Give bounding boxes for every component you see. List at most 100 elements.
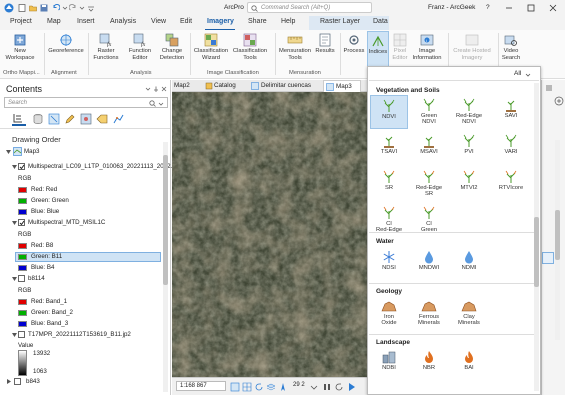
new-workspace-button[interactable]: New Workspace (1, 33, 39, 61)
right-pane-scrollbar-thumb[interactable] (555, 210, 560, 260)
tab-map[interactable]: Map (47, 18, 61, 25)
classification-tools-button[interactable]: Classification Tools (230, 33, 270, 61)
tab-edit[interactable]: Edit (180, 18, 192, 25)
tab-analysis[interactable]: Analysis (110, 18, 136, 25)
index-ndsi[interactable]: NDSI (370, 247, 408, 281)
fixed-zoom-icon[interactable] (230, 382, 240, 392)
change-detection-button[interactable]: Change Detection (157, 33, 187, 61)
tab-delimitar-cuencas[interactable]: Delimitar cuencas (261, 82, 311, 89)
index-bai[interactable]: BAI (450, 347, 488, 381)
list-by-editing-icon[interactable] (64, 113, 76, 125)
layer-visibility-checkbox[interactable] (18, 275, 25, 282)
index-mndwi[interactable]: MNDWI (410, 247, 448, 281)
mensuration-tools-button[interactable]: Mensuration Tools (277, 33, 313, 61)
index-iron-oxide[interactable]: Iron Oxide (370, 296, 408, 332)
image-information-button[interactable]: i Image Information (410, 33, 444, 61)
close-icon[interactable] (549, 4, 557, 12)
customize-toolbar-icon[interactable] (87, 4, 95, 12)
right-pane-selected-cell[interactable] (542, 252, 554, 264)
list-by-charts-icon[interactable] (112, 113, 124, 125)
layer-visibility-checkbox[interactable] (18, 219, 25, 226)
function-editor-button[interactable]: fx Function Editor (124, 33, 156, 61)
tab-catalog[interactable]: Catalog (214, 82, 236, 89)
tab-project[interactable]: Project (10, 18, 32, 25)
expand-arrow-icon[interactable] (6, 379, 12, 385)
indices-button[interactable]: Indices (367, 31, 389, 67)
layer-name[interactable]: Multispectral_MTD_MSIL1C (28, 219, 105, 226)
maximize-icon[interactable] (527, 4, 535, 12)
classification-wizard-button[interactable]: Classification Wizard (192, 33, 230, 61)
pane-options-icon[interactable] (145, 86, 151, 92)
command-search-box[interactable]: Command Search (Alt+Q) (247, 2, 372, 13)
index-msavi[interactable]: MSAVI (410, 131, 448, 165)
minimize-icon[interactable] (505, 4, 513, 12)
layer-visibility-checkbox[interactable] (18, 163, 25, 170)
save-icon[interactable] (40, 4, 48, 12)
list-by-source-icon[interactable] (32, 113, 44, 125)
list-by-labeling-icon[interactable] (96, 113, 108, 125)
index-rtvicore[interactable]: RTVIcore (492, 167, 530, 201)
map-name[interactable]: Map3 (24, 148, 39, 155)
tab-imagery[interactable]: Imagery (207, 18, 234, 25)
layer-name[interactable]: Multispectral_LC09_L1TP_010063_20221113_… (28, 163, 176, 170)
create-hosted-imagery-button[interactable]: Create Hosted Imagery (450, 33, 494, 61)
new-project-icon[interactable] (18, 4, 26, 12)
index-ndmi[interactable]: NDMI (450, 247, 488, 281)
georeference-button[interactable]: Georeference (46, 33, 86, 55)
help-button[interactable]: ? (486, 4, 490, 11)
video-search-button[interactable]: Video Search (500, 33, 522, 61)
tab-share[interactable]: Share (248, 18, 267, 25)
open-folder-icon[interactable] (29, 4, 37, 12)
user-name[interactable]: Franz - ArcGeek (428, 4, 475, 11)
scale-selector[interactable]: 1:168 867 (176, 381, 226, 391)
index-clay-minerals[interactable]: Clay Minerals (450, 296, 488, 332)
redo-icon[interactable] (69, 4, 77, 12)
add-icon[interactable] (554, 96, 564, 106)
refresh-map-icon[interactable] (334, 382, 344, 392)
layer-name[interactable]: b843 (26, 378, 40, 385)
contents-search-input[interactable]: Search (4, 97, 168, 108)
layer-name[interactable]: T17MPR_20221112T153619_B11.jp2 (28, 331, 131, 338)
layer-visibility-checkbox[interactable] (14, 378, 21, 385)
tab-help[interactable]: Help (281, 18, 295, 25)
tab-map2[interactable]: Map2 (174, 82, 190, 89)
pixel-editor-button[interactable]: Pixel Editor (390, 33, 410, 61)
index-vari[interactable]: VARI (492, 131, 530, 165)
active-view-tab[interactable]: Map3 (323, 80, 361, 92)
refresh-icon[interactable] (254, 382, 264, 392)
coordinate-dropdown-icon[interactable] (310, 383, 318, 391)
collapse-arrow-icon[interactable] (6, 149, 12, 155)
search-dropdown-icon[interactable] (158, 100, 164, 107)
index-ndvi[interactable]: NDVI (370, 95, 408, 129)
tab-data[interactable]: Data (373, 18, 388, 25)
tab-view[interactable]: View (151, 18, 166, 25)
tab-insert[interactable]: Insert (77, 18, 95, 25)
index-savi[interactable]: SAVI (492, 95, 530, 129)
list-by-selection-icon[interactable] (48, 113, 60, 125)
undo-dropdown-icon[interactable] (62, 4, 68, 12)
tab-raster-layer[interactable]: Raster Layer (320, 18, 360, 25)
navigate-icon[interactable] (278, 382, 288, 392)
index-nbr[interactable]: NBR (410, 347, 448, 381)
layers-icon[interactable] (266, 382, 276, 392)
play-icon[interactable] (347, 382, 357, 392)
list-by-snapping-icon[interactable] (80, 113, 92, 125)
index-ferrous-minerals[interactable]: Ferrous Minerals (410, 296, 448, 332)
pause-drawing-icon[interactable] (322, 382, 332, 392)
index-green-ndvi[interactable]: Green NDVI (410, 95, 448, 129)
undo-icon[interactable] (52, 4, 60, 12)
gallery-scrollbar-thumb[interactable] (534, 217, 539, 287)
results-button[interactable]: Results (313, 33, 337, 55)
map-view[interactable] (172, 92, 367, 377)
index-pvi[interactable]: PVI (450, 131, 488, 165)
list-by-drawing-order-button[interactable] (12, 112, 26, 126)
contents-scrollbar-thumb[interactable] (163, 155, 168, 285)
pin-icon[interactable] (153, 86, 159, 92)
index-tsavi[interactable]: TSAVI (370, 131, 408, 165)
index-ci-red-edge[interactable]: CI Red-Edge (370, 203, 408, 243)
layer-visibility-checkbox[interactable] (18, 331, 25, 338)
layer-name[interactable]: b8114 (28, 275, 45, 282)
index-ndbi[interactable]: NDBI (370, 347, 408, 381)
pane-menu-icon[interactable] (545, 84, 553, 92)
index-red-edge-ndvi[interactable]: Red-Edge NDVI (450, 95, 488, 129)
